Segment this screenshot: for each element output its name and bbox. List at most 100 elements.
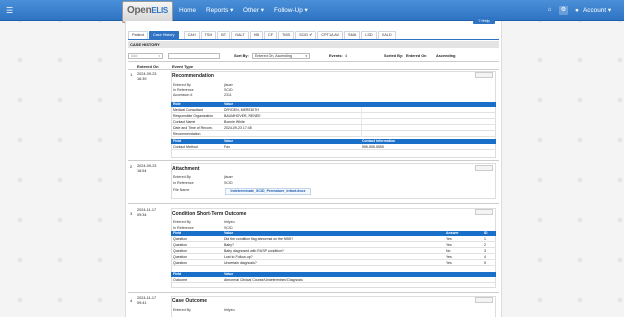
tab-case-history[interactable]: Case History bbox=[148, 31, 179, 39]
sort-by-value: Entered On, Ascending bbox=[255, 54, 292, 58]
event-title: Attachment bbox=[172, 166, 200, 172]
table-cell: Uncertain diagnosis? bbox=[224, 261, 257, 265]
home-icon[interactable]: ⌂ bbox=[545, 6, 554, 15]
field-value: SCID bbox=[224, 88, 233, 92]
sorted-by-direction: Ascending bbox=[436, 54, 456, 58]
event-date-time: 16:39 bbox=[137, 77, 147, 81]
field-label: In Reference bbox=[173, 181, 194, 185]
tab-bt[interactable]: BT bbox=[217, 31, 231, 39]
field-value: jlauer bbox=[224, 83, 233, 87]
nav-follow-up[interactable]: Follow-Up ▾ bbox=[274, 6, 308, 15]
field-label: In Reference bbox=[173, 88, 194, 92]
table-cell: 5 bbox=[484, 261, 486, 265]
tab-cah[interactable]: CAH bbox=[183, 31, 200, 39]
tab-underline bbox=[128, 39, 499, 40]
tab-hb[interactable]: HB bbox=[249, 31, 263, 39]
field-value: hirlyeu bbox=[224, 220, 235, 224]
tab-galt[interactable]: GALT bbox=[231, 31, 249, 39]
table-cell: 555-555-5555 bbox=[362, 145, 384, 149]
event-date: 2024-11-17 09:41 bbox=[137, 296, 167, 306]
event-number: 2 bbox=[130, 164, 133, 169]
tab-patient[interactable]: Patient bbox=[128, 31, 148, 39]
table-row: Contact Method Fax 555-555-5555 bbox=[171, 144, 496, 150]
field-label: Entered By bbox=[173, 220, 191, 224]
menu-icon[interactable]: ☰ bbox=[6, 6, 16, 15]
add-event-input[interactable] bbox=[168, 53, 220, 59]
help-button[interactable]: ? Help bbox=[473, 17, 495, 24]
divider bbox=[128, 61, 499, 62]
table-cell: Recommendation bbox=[173, 132, 201, 136]
column-separator bbox=[361, 107, 362, 137]
tab-tms[interactable]: TMS bbox=[278, 31, 295, 39]
event-title: Case Outcome bbox=[172, 298, 208, 304]
chevron-down-icon: ▾ bbox=[158, 54, 160, 58]
sort-by-label: Sort By: bbox=[234, 54, 249, 58]
add-event-select[interactable]: Add ▾ bbox=[128, 53, 163, 59]
field-label: Entered By bbox=[173, 308, 191, 312]
tab-bar: Patient Case History CAH TSH BT GALT HB … bbox=[128, 31, 397, 39]
tab-cf[interactable]: CF bbox=[263, 31, 278, 39]
openelis-logo[interactable]: OpenELIS bbox=[122, 1, 173, 23]
event-action-button[interactable] bbox=[475, 72, 493, 78]
nav-reports[interactable]: Reports ▾ bbox=[206, 6, 233, 15]
field-label: File Name bbox=[173, 188, 190, 192]
field-label: Entered By bbox=[173, 83, 191, 87]
event-action-button[interactable] bbox=[475, 165, 493, 171]
event-card bbox=[171, 163, 496, 199]
table-cell: Abnormal Clinical Course/Undetermined Di… bbox=[224, 278, 303, 282]
event-date-time: 09:34 bbox=[137, 213, 147, 217]
tab-lsd[interactable]: LSD bbox=[361, 31, 377, 39]
table-cell: Yes bbox=[446, 261, 452, 265]
tab-sma[interactable]: SMA bbox=[344, 31, 361, 39]
event-card bbox=[171, 296, 496, 317]
divider bbox=[128, 203, 499, 204]
add-event-placeholder: Add bbox=[131, 54, 138, 58]
event-action-button[interactable] bbox=[475, 297, 493, 303]
sort-by-select[interactable]: Entered On, Ascending ▾ bbox=[252, 53, 310, 59]
account-menu[interactable]: Account ▾ bbox=[583, 6, 611, 15]
events-label: Events: bbox=[329, 54, 343, 58]
tab-scid[interactable]: SCID ✔ bbox=[295, 31, 317, 39]
divider bbox=[128, 160, 499, 161]
event-date: 2024-11-17 09:34 bbox=[137, 208, 167, 218]
events-count: 4 bbox=[345, 54, 348, 58]
field-value: hirlyeu bbox=[224, 308, 235, 312]
chevron-down-icon: ▾ bbox=[305, 54, 307, 58]
table-cell: Outcome bbox=[173, 278, 188, 282]
tab-tsh[interactable]: TSH bbox=[200, 31, 217, 39]
tab-cpt1a-av[interactable]: CPT1A AV bbox=[317, 31, 344, 39]
field-label: Accession # bbox=[173, 93, 193, 97]
field-label: In Reference bbox=[173, 226, 194, 230]
event-number: 3 bbox=[130, 211, 133, 216]
section-title: CASE HISTORY bbox=[128, 41, 499, 48]
tab-xald[interactable]: XALD bbox=[377, 31, 396, 39]
sorted-by-field: Entered On bbox=[406, 54, 427, 58]
event-title: Condition Short-Term Outcome bbox=[172, 211, 247, 217]
table-row: Question Uncertain diagnosis? Yes 5 bbox=[171, 260, 496, 266]
field-label: Entered By bbox=[173, 175, 191, 179]
table-cell: Question bbox=[173, 261, 188, 265]
event-date-time: 16:54 bbox=[137, 169, 147, 173]
field-value: SCID bbox=[224, 181, 233, 185]
table-cell: Contact Method bbox=[173, 145, 198, 149]
event-number: 4 bbox=[130, 298, 133, 303]
field-value: SCID bbox=[224, 226, 233, 230]
event-number: 1 bbox=[130, 72, 133, 77]
field-value: 2311 bbox=[224, 93, 232, 97]
event-title: Recommendation bbox=[172, 73, 214, 79]
event-action-button[interactable] bbox=[475, 209, 493, 215]
divider bbox=[128, 69, 499, 70]
table-row: Outcome Abnormal Clinical Course/Undeterm… bbox=[171, 277, 496, 283]
nav-other[interactable]: Other ▾ bbox=[243, 6, 264, 15]
settings-icon[interactable]: ⚙ bbox=[559, 6, 568, 15]
top-navbar: ☰ OpenELIS Home Reports ▾ Other ▾ Follow… bbox=[0, 0, 624, 23]
nav-home[interactable]: Home bbox=[179, 6, 196, 15]
account-icon[interactable]: ● bbox=[575, 6, 579, 15]
sorted-by-label: Sorted By: bbox=[384, 54, 404, 58]
field-value: jlauer bbox=[224, 175, 233, 179]
divider bbox=[128, 292, 499, 293]
attachment-file-link[interactable]: Indeterminate_SCID_Premature_Infant.docx bbox=[225, 188, 311, 195]
table-cell: Fax bbox=[224, 145, 230, 149]
table-row: Recommendation bbox=[171, 131, 496, 137]
logo-main-text: Open bbox=[127, 5, 152, 16]
